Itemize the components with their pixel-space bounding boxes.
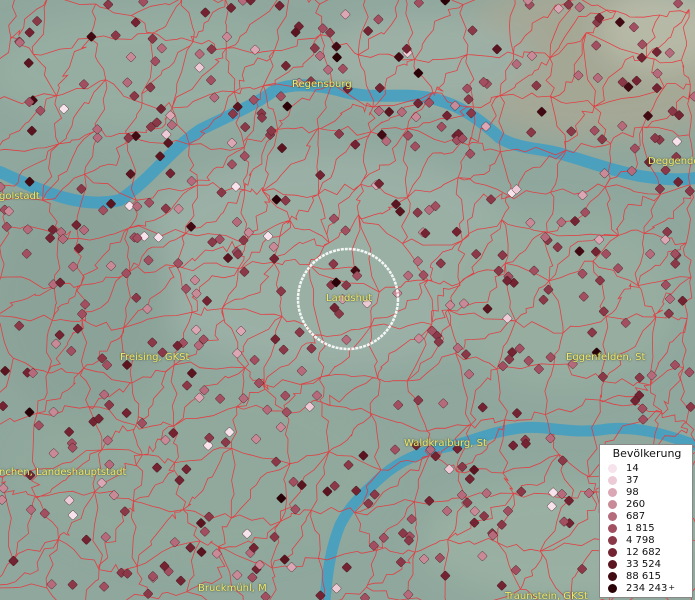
place-label-waldkraiburg[interactable]: Waldkraiburg, St [404, 438, 487, 450]
legend-label: 260 [626, 499, 646, 510]
legend-label: 14 [626, 463, 639, 474]
place-label-eggenfelden[interactable]: Eggenfelden, St [566, 352, 645, 364]
legend-label: 37 [626, 475, 639, 486]
place-label-freising[interactable]: Freising, GKSt [120, 352, 189, 364]
legend-label-max: 234 243 [626, 583, 668, 594]
legend-swatch-3 [608, 500, 617, 509]
place-label-landshut[interactable]: Landshut [326, 293, 372, 305]
legend-label: 98 [626, 487, 639, 498]
legend-row: 37 [608, 475, 639, 486]
place-label-bruckmuehl[interactable]: Bruckmühl, M [198, 583, 267, 595]
population-legend: Bevölkerung 14 37 98 260 687 1 815 4 798… [599, 444, 693, 598]
legend-swatch-0 [608, 464, 617, 473]
legend-swatch-5 [608, 524, 617, 533]
place-label-traunstein[interactable]: Traunstein, GKSt [505, 591, 588, 600]
legend-row: 260 [608, 499, 645, 510]
legend-swatch-7 [608, 548, 617, 557]
legend-swatch-4 [608, 512, 617, 521]
legend-row: 98 [608, 487, 639, 498]
legend-row: 33 524 [608, 559, 661, 570]
legend-plus-sign: + [668, 583, 676, 592]
legend-row: 12 682 [608, 547, 661, 558]
legend-label: 88 615 [626, 571, 661, 582]
legend-row: 88 615 [608, 571, 661, 582]
legend-label: 687 [626, 511, 646, 522]
legend-swatch-2 [608, 488, 617, 497]
place-label-deggendorf[interactable]: Deggendo [648, 156, 695, 168]
legend-row: 687 [608, 511, 645, 522]
legend-swatch-9 [608, 572, 617, 581]
legend-label: 4 798 [626, 535, 655, 546]
place-label-ingolstadt[interactable]: golstadt [0, 191, 40, 203]
legend-label: 33 524 [626, 559, 661, 570]
place-label-regensburg[interactable]: Regensburg [292, 79, 352, 91]
legend-swatch-6 [608, 536, 617, 545]
map-canvas[interactable]: Regensburg Deggendo golstadt Landshut Fr… [0, 0, 695, 600]
legend-label: 234 243+ [626, 583, 675, 594]
legend-row: 4 798 [608, 535, 655, 546]
legend-label: 12 682 [626, 547, 661, 558]
place-label-muenchen[interactable]: nchen, Landeshauptstadt [0, 467, 126, 479]
legend-swatch-1 [608, 476, 617, 485]
legend-title: Bevölkerung [612, 447, 682, 460]
legend-row: 1 815 [608, 523, 655, 534]
legend-row: 14 [608, 463, 639, 474]
legend-row: 234 243+ [608, 583, 675, 594]
legend-label: 1 815 [626, 523, 655, 534]
legend-swatch-10 [608, 584, 617, 593]
legend-swatch-8 [608, 560, 617, 569]
